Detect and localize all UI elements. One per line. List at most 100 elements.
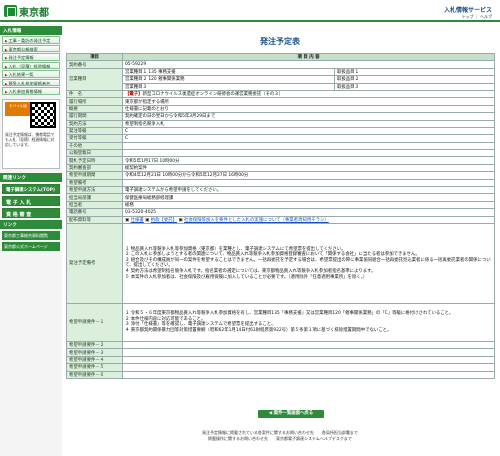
handled-item-1: 取扱品目１ bbox=[334, 67, 495, 77]
apply-remark bbox=[122, 178, 495, 188]
table-row: 契約方法 希望制指名競争入札 bbox=[66, 119, 495, 128]
pdf-icon: ▣ bbox=[145, 217, 150, 223]
row-label: 発注予定備考 bbox=[66, 222, 123, 304]
sidebar-item-1[interactable]: 工事・委託の発注予定 bbox=[2, 36, 60, 44]
sidebar-item-2[interactable]: 東京都公報検索 bbox=[2, 44, 60, 52]
row-label: 配布資料等 bbox=[66, 215, 123, 225]
sidebar-qualification-link[interactable]: 資 格 審 査 bbox=[2, 207, 60, 218]
row-label: 公報登載日 bbox=[66, 149, 123, 158]
review-dept: 総契約案件 bbox=[122, 163, 495, 173]
public-date bbox=[122, 149, 495, 158]
row-label: 希望申請要件－４ bbox=[66, 355, 123, 365]
table-row: 希望申請期間 令和4年12月21日 10時00分から令和5年12月27日 16時… bbox=[66, 171, 495, 180]
apply-condition-3 bbox=[122, 348, 495, 357]
order-notes: １ 物品買入れ等競争入札等参加資格（東京都）を業種とし、電子調達システムにて希望… bbox=[122, 222, 495, 304]
table-row: 担当者 総務 bbox=[66, 200, 495, 210]
top-bar: 東京都 入札情報サービス トップ ｜ ヘルプ bbox=[0, 0, 500, 22]
tokyo-logo[interactable]: 東京都 bbox=[4, 4, 66, 19]
order-schedule-table: 項目 項 目 内 容 契約番号 05-59229 営業種目 営業種目１ 135 … bbox=[66, 52, 495, 379]
row-label: 希望申請要件－５ bbox=[66, 363, 123, 372]
table-row: 契約番号 05-59229 bbox=[66, 60, 495, 69]
apply-period: 令和4年12月21日 10時00分から令和5年12月27日 16時00分 bbox=[122, 171, 495, 180]
office: 保健医療局総務部経理課 bbox=[122, 193, 495, 202]
electronic-tag: 【電子】 bbox=[125, 92, 143, 98]
apply-method: 電子調達システムから希望申請をしてください。 bbox=[122, 186, 495, 195]
row-label: 概要 bbox=[66, 104, 123, 114]
sidebar-related-heading: 関連リンク bbox=[0, 172, 62, 182]
table-row: 配布資料等 ▣ 仕様書 ▣ 約款【委託】 ▣ 社会保険等加入を要件とした入札の実… bbox=[66, 215, 495, 225]
row-label: 希望申請要件－６ bbox=[66, 370, 123, 379]
handled-item-2: 取扱品目２ bbox=[334, 75, 495, 84]
doc-link-insurance[interactable]: 社会保険等加入を要件とした入札の実施について（事業者周知用チラシ） bbox=[184, 218, 329, 223]
row-label: 担当局部課 bbox=[66, 193, 123, 202]
table-row: 営業種目３ 取扱品目３ bbox=[67, 82, 495, 91]
sidebar-item-5[interactable]: 入札結果一覧 bbox=[2, 70, 60, 78]
table-row: 希望申請要件－５ bbox=[66, 363, 495, 372]
sidebar-item-7[interactable]: 入札参加資格情報 bbox=[2, 87, 60, 95]
phone: 03-5320-4025 bbox=[122, 208, 495, 217]
project-name-text: 新型コロナウイルス後遺症オンライン研修会の運営業務委託（その３） bbox=[142, 92, 284, 98]
row-label: 希望申請方法 bbox=[66, 186, 123, 195]
business-type-3: 営業種目３ bbox=[122, 82, 335, 91]
sidebar-section-heading: 入札情報 bbox=[0, 26, 62, 35]
table-row: 履行場所 東京都が指定する場所 bbox=[66, 97, 495, 106]
back-to-list-button[interactable]: ◀ 案件一覧画面へ戻る bbox=[258, 410, 324, 418]
sidebar-links-heading: リンク bbox=[0, 219, 62, 229]
summary: 仕様書に記載のとおり bbox=[122, 104, 495, 114]
table-row: 発注等級 C bbox=[66, 126, 495, 136]
row-label: 履行場所 bbox=[66, 97, 123, 106]
row-label: 電話番号 bbox=[66, 208, 123, 217]
table-header-row: 項目 項 目 内 容 bbox=[66, 52, 495, 62]
table-row: 営業種目２ 120 催事関係業務 取扱品目２ bbox=[67, 75, 495, 84]
top-links[interactable]: トップ ｜ ヘルプ bbox=[461, 14, 492, 20]
sidebar: 入札情報 工事・委託の発注予定 東京都公報検索 発注予定情報 入札（見積）経過情… bbox=[0, 24, 62, 456]
order-grade: C bbox=[122, 126, 495, 136]
table-row: 希望申請要件－４ bbox=[66, 355, 495, 365]
row-label: 履行期間 bbox=[66, 112, 123, 121]
mobile-badge[interactable]: モバイル版 bbox=[5, 101, 31, 116]
table-row: 公報登載日 bbox=[66, 149, 495, 158]
page-title: 発注予定表 bbox=[260, 37, 300, 46]
accept-grade: C bbox=[122, 134, 495, 143]
sidebar-item-4[interactable]: 入札（見積）経過情報 bbox=[2, 61, 60, 69]
table-row: 希望申請要件－６ bbox=[66, 370, 495, 379]
table-row: 履行期間 契約確定の日の翌日から令和5年3月29日まで bbox=[66, 112, 495, 121]
sidebar-item-6[interactable]: 競争入札参加資格者名 bbox=[2, 78, 60, 86]
table-row: 希望申請要件－１ １ 令和５・６年度東京都物品買入れ等競争入札参加資格を有し、営… bbox=[66, 302, 495, 342]
pdf-icon: ▣ bbox=[125, 217, 130, 223]
table-row: 電話番号 03-5320-4025 bbox=[66, 208, 495, 217]
project-name: 【電子】新型コロナウイルス後遺症オンライン研修会の運営業務委託（その３） bbox=[122, 89, 495, 99]
row-label: 契約方法 bbox=[66, 119, 123, 128]
row-label: 件 名 bbox=[66, 89, 123, 99]
sidebar-link-1[interactable]: 東京都工事総合資料閲覧 bbox=[2, 230, 60, 240]
row-label: 担当者 bbox=[66, 200, 123, 210]
contract-method: 希望制指名競争入札 bbox=[122, 119, 495, 128]
row-label: 希望申請要件－２ bbox=[66, 340, 123, 350]
row-label: 希望申請要件－１ bbox=[66, 302, 123, 342]
main-content: 発注予定表 項目 項 目 内 容 契約番号 05-59229 営業種目 営業種目… bbox=[66, 36, 495, 379]
sidebar-item-3[interactable]: 発注予定情報 bbox=[2, 53, 60, 61]
doc-link-terms[interactable]: 約款【委託】 bbox=[151, 218, 177, 223]
sidebar-link-2[interactable]: 東京都公式ホームページ bbox=[2, 241, 60, 251]
footer: 発注予定情報に掲載されている各案件に関するお問い合わせ先 各局所担当部署まで 掲… bbox=[66, 430, 494, 441]
apply-condition-1: １ 令和５・６年度東京都物品買入れ等競争入札参加資格を有し、営業種目135「事務… bbox=[122, 302, 495, 342]
table-row: その他 bbox=[66, 141, 495, 151]
apply-condition-2 bbox=[122, 340, 495, 350]
table-row: 概要 仕様書に記載のとおり bbox=[66, 104, 495, 114]
row-label: 営業種目 bbox=[66, 67, 123, 91]
tokyo-emblem-icon bbox=[4, 5, 17, 17]
pdf-icon: ▣ bbox=[178, 217, 183, 223]
row-label: 発注等級 bbox=[66, 126, 123, 136]
business-type-2: 営業種目２ 120 催事関係業務 bbox=[122, 75, 335, 84]
docs: ▣ 仕様書 ▣ 約款【委託】 ▣ 社会保険等加入を要件とした入札の実施について（… bbox=[122, 215, 495, 225]
row-label: 開札予定日時 bbox=[66, 156, 123, 165]
logo-text: 東京都 bbox=[19, 7, 49, 19]
doc-link-spec[interactable]: 仕様書 bbox=[131, 218, 144, 223]
table-row: 受付等級 C bbox=[66, 134, 495, 143]
table-row: 件 名 【電子】新型コロナウイルス後遺症オンライン研修会の運営業務委託（その３） bbox=[66, 89, 495, 99]
apply-condition-4 bbox=[122, 355, 495, 365]
sidebar-e-procurement-link[interactable]: 電子調達システム(TOP) bbox=[2, 183, 60, 194]
system-title: 入札情報サービス bbox=[443, 7, 492, 14]
sidebar-e-bid-link[interactable]: 電 子 入 札 bbox=[2, 195, 60, 206]
row-label: 契約番号 bbox=[66, 60, 123, 69]
